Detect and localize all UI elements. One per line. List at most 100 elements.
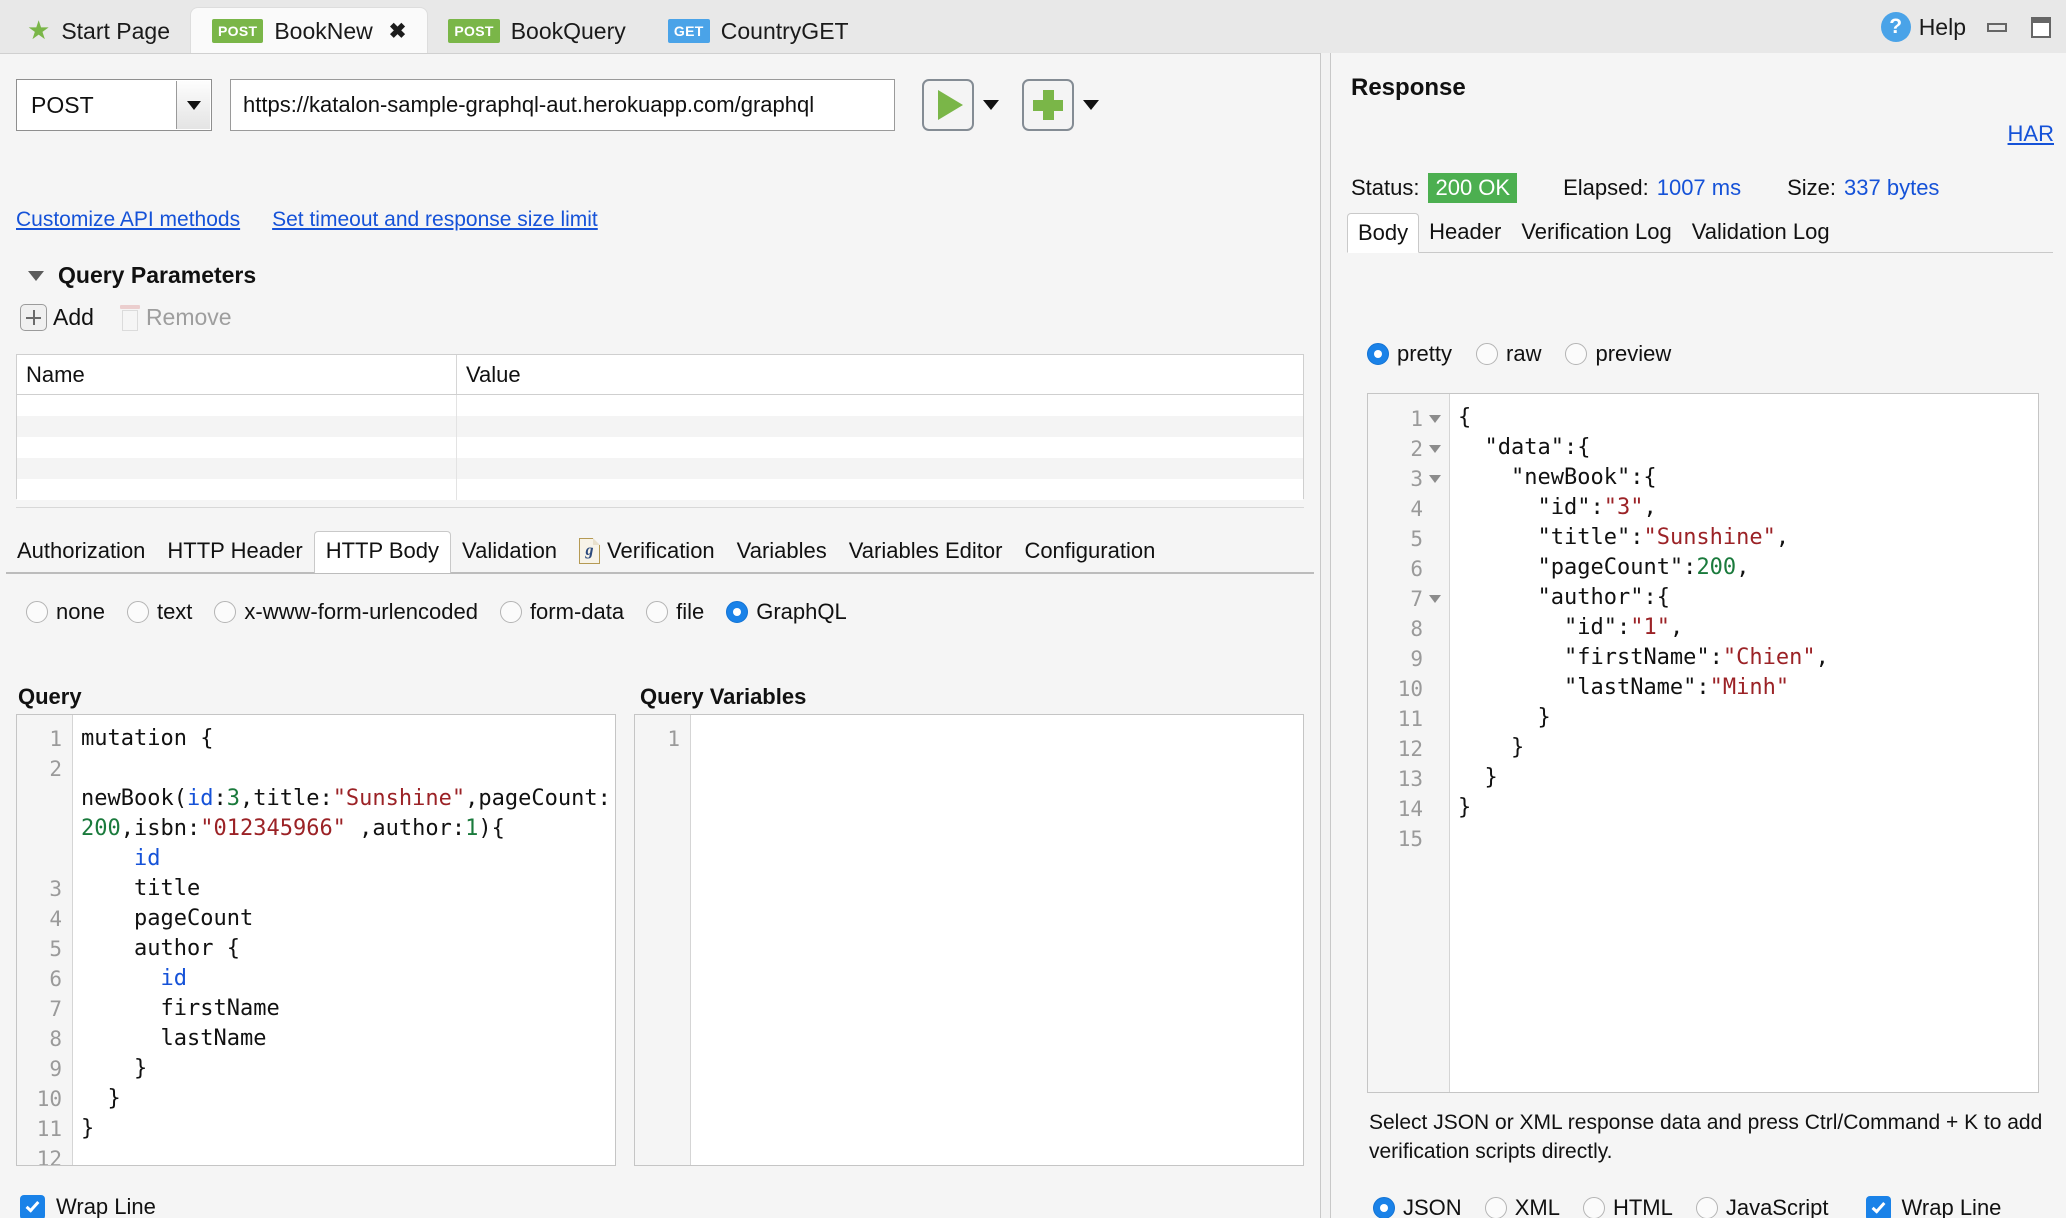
response-body-viewer[interactable]: 1 2 3 4 5 6 7 8 9 10 11 12 13 14 15 { "data":{ "newBoo… (1367, 393, 2039, 1093)
response-tab-verification-log[interactable]: Verification Log (1511, 212, 1681, 253)
response-code-area[interactable]: { "data":{ "newBook":{ "id":"3", "title"… (1450, 394, 2038, 1092)
close-icon[interactable]: ✖ (389, 21, 407, 42)
send-request-button[interactable] (922, 79, 974, 131)
variables-code-area[interactable] (691, 715, 1303, 1165)
radio-icon[interactable] (1484, 1197, 1507, 1218)
cell-value[interactable] (457, 395, 1303, 416)
fold-triangle-icon[interactable] (1429, 595, 1441, 603)
query-parameters-table[interactable]: Name Value (16, 354, 1304, 500)
pane-divider[interactable] (1320, 53, 1331, 1218)
radio-icon[interactable] (126, 601, 149, 623)
cell-name[interactable] (17, 437, 457, 458)
graphql-query-editor[interactable]: 1 2 3 4 5 6 7 8 9 10 11 12 mutation { newBook(id:3,… (16, 714, 616, 1166)
cell-value[interactable] (457, 416, 1303, 437)
table-row[interactable] (17, 479, 1303, 500)
body-type-file[interactable]: file (646, 599, 704, 625)
code-line: } (81, 1114, 615, 1144)
maximize-icon[interactable] (2028, 14, 2054, 40)
customize-api-methods-link[interactable]: Customize API methods (16, 208, 240, 232)
request-url-input[interactable]: https://katalon-sample-graphql-aut.herok… (230, 79, 895, 131)
fold-triangle-icon[interactable] (1429, 475, 1441, 483)
cell-name[interactable] (17, 479, 457, 500)
view-mode-pretty[interactable]: pretty (1367, 341, 1452, 367)
body-type-none[interactable]: none (26, 599, 105, 625)
radio-selected-icon[interactable] (1373, 1197, 1395, 1218)
add-options-chevron-icon[interactable] (1083, 100, 1099, 110)
tab-authorization[interactable]: Authorization (6, 532, 156, 573)
tab-verification[interactable]: g Verification (568, 532, 726, 573)
query-code-area[interactable]: mutation { newBook(id:3,title:"Sunshine"… (73, 715, 615, 1165)
add-parameter-button[interactable]: Add (20, 304, 94, 331)
tab-http-header[interactable]: HTTP Header (156, 532, 313, 573)
cell-value[interactable] (457, 458, 1303, 479)
wrap-line-checkbox-request[interactable]: Wrap Line (20, 1194, 156, 1218)
table-row[interactable] (17, 458, 1303, 479)
view-mode-preview[interactable]: preview (1565, 341, 1671, 367)
tab-variables[interactable]: Variables (726, 532, 838, 573)
response-format-xml[interactable]: XML (1484, 1195, 1560, 1218)
line-number-value: 13 (1397, 767, 1423, 791)
table-row[interactable] (17, 416, 1303, 437)
method-badge-get: GET (667, 19, 710, 43)
response-tab-body[interactable]: Body (1347, 213, 1420, 253)
query-parameters-header[interactable]: Query Parameters (28, 262, 256, 289)
remove-parameter-button[interactable]: Remove (119, 304, 232, 331)
minimize-icon[interactable] (1984, 14, 2010, 40)
code-line: "author":{ (1458, 583, 2038, 613)
cell-name[interactable] (17, 458, 457, 479)
response-format-javascript[interactable]: JavaScript (1695, 1195, 1829, 1218)
radio-icon[interactable] (1476, 343, 1499, 365)
response-format-html[interactable]: HTML (1582, 1195, 1673, 1218)
body-type-x-www-form-urlencoded[interactable]: x-www-form-urlencoded (214, 599, 478, 625)
table-row[interactable] (17, 395, 1303, 416)
radio-selected-icon[interactable] (1367, 343, 1389, 365)
collapse-triangle-icon[interactable] (28, 270, 44, 281)
query-variables-label: Query Variables (640, 684, 807, 709)
editor-tab-start-page[interactable]: ★ Start Page (6, 8, 191, 54)
send-options-chevron-icon[interactable] (983, 100, 999, 110)
editor-tab-bookquery[interactable]: POST BookQuery (427, 8, 646, 54)
radio-icon[interactable] (646, 601, 669, 623)
cell-value[interactable] (457, 479, 1303, 500)
body-type-graphql[interactable]: GraphQL (726, 599, 847, 625)
response-tab-validation-log[interactable]: Validation Log (1682, 212, 1840, 253)
radio-icon[interactable] (1565, 343, 1588, 365)
tab-variables-editor[interactable]: Variables Editor (838, 532, 1014, 573)
har-link[interactable]: HAR (2008, 121, 2054, 147)
fold-triangle-icon[interactable] (1429, 445, 1441, 453)
radio-label: GraphQL (756, 599, 847, 624)
http-method-select[interactable]: POST (16, 79, 212, 131)
tab-validation[interactable]: Validation (451, 532, 568, 573)
code-token: "lastName": (1458, 675, 1710, 700)
tab-http-body[interactable]: HTTP Body (313, 531, 452, 573)
response-format-json[interactable]: JSON (1373, 1195, 1462, 1218)
code-token: , (1775, 525, 1790, 550)
checkbox-checked-icon (20, 1194, 45, 1218)
wrap-line-checkbox-response[interactable]: Wrap Line (1865, 1195, 2001, 1218)
table-row[interactable] (17, 437, 1303, 458)
radio-icon[interactable] (1695, 1197, 1718, 1218)
cell-value[interactable] (457, 437, 1303, 458)
graphql-variables-editor[interactable]: 1 (634, 714, 1304, 1166)
cell-name[interactable] (17, 395, 457, 416)
add-request-button[interactable] (1022, 79, 1074, 131)
radio-icon[interactable] (1582, 1197, 1605, 1218)
radio-icon[interactable] (26, 601, 48, 623)
help-button[interactable]: ? Help (1880, 12, 1966, 42)
editor-tab-booknew[interactable]: POST BookNew ✖ (191, 8, 428, 54)
tab-configuration[interactable]: Configuration (1013, 532, 1166, 573)
radio-selected-icon[interactable] (726, 601, 749, 623)
line-number: 4 (49, 907, 62, 931)
view-mode-raw[interactable]: raw (1476, 341, 1541, 367)
radio-icon[interactable] (214, 601, 237, 623)
body-type-text[interactable]: text (126, 599, 192, 625)
editor-tab-countryget[interactable]: GET CountryGET (647, 8, 870, 54)
fold-triangle-icon[interactable] (1429, 415, 1441, 423)
code-token: "Sunshine" (332, 786, 466, 811)
set-timeout-link[interactable]: Set timeout and response size limit (272, 208, 598, 232)
body-type-form-data[interactable]: form-data (499, 599, 624, 625)
cell-name[interactable] (17, 416, 457, 437)
response-tab-header[interactable]: Header (1419, 212, 1511, 253)
radio-icon[interactable] (499, 601, 522, 623)
chevron-down-icon[interactable] (176, 81, 210, 129)
